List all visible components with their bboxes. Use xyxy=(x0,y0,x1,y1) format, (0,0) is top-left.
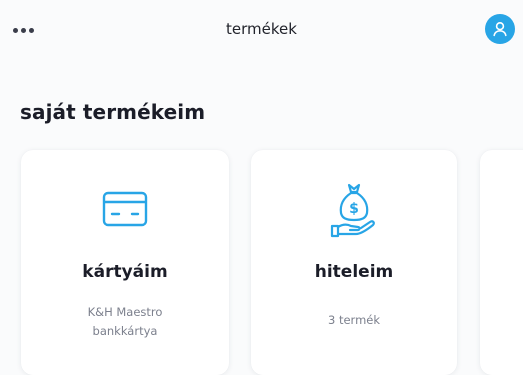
user-icon xyxy=(493,21,507,37)
card-title: kártyáim xyxy=(82,262,168,282)
section-title: saját termékeim xyxy=(20,100,206,124)
card-title: hiteleim xyxy=(314,262,394,282)
card-subtitle-line1: K&H Maestro xyxy=(87,305,163,319)
card-subtitle: 3 termék xyxy=(327,313,381,327)
product-card-loans[interactable]: $ hiteleim 3 termék xyxy=(251,150,457,375)
product-card-partial[interactable] xyxy=(480,150,523,375)
credit-card-icon xyxy=(99,180,151,238)
top-bar: termékek xyxy=(0,0,523,62)
page-title: termékek xyxy=(226,20,297,38)
profile-button[interactable] xyxy=(485,14,515,44)
product-card-cards[interactable]: kártyáim K&H Maestro bankkártya xyxy=(21,150,229,375)
card-subtitle-line2: bankkártya xyxy=(92,324,158,338)
money-bag-hand-icon: $ xyxy=(328,180,380,238)
svg-text:$: $ xyxy=(349,201,359,217)
